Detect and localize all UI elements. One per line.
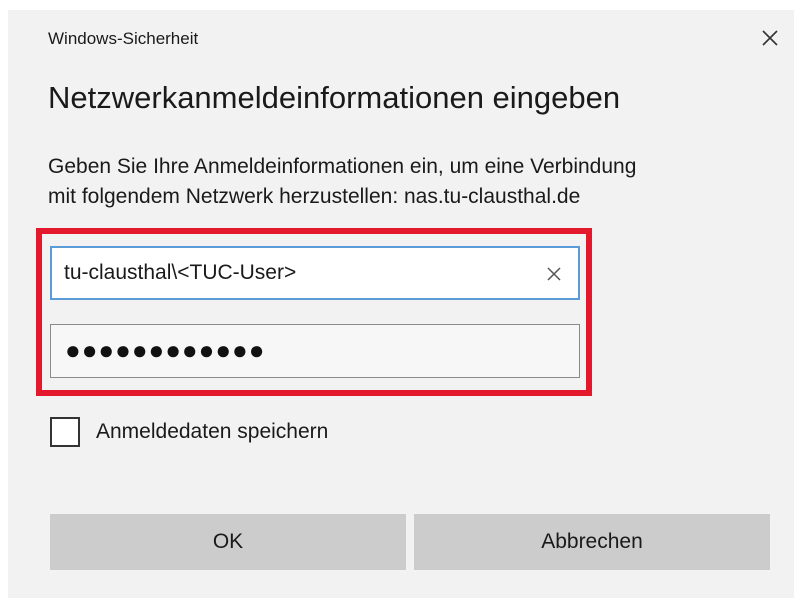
message-line-2: mit folgendem Netzwerk herzustellen: nas… <box>48 185 581 208</box>
cancel-button-label: Abbrechen <box>541 530 643 553</box>
ok-button[interactable]: OK <box>50 514 406 570</box>
clear-username-button[interactable] <box>540 260 568 288</box>
password-mask[interactable]: ●●●●●●●●●●●● <box>65 335 265 366</box>
clear-icon <box>547 267 561 281</box>
close-icon <box>762 30 778 46</box>
username-field[interactable]: tu-clausthal\<TUC-User> <box>50 246 580 300</box>
title-bar: Windows-Sicherheit <box>8 10 794 62</box>
remember-credentials-row: Anmeldedaten speichern <box>50 414 328 450</box>
dialog-heading: Netzwerkanmeldeinformationen eingeben <box>48 80 621 115</box>
ok-button-label: OK <box>212 530 244 553</box>
dialog-message: Geben Sie Ihre Anmeldeinformationen ein,… <box>48 152 768 212</box>
credential-dialog: Windows-Sicherheit Netzwerkanmeldeinform… <box>8 10 794 598</box>
remember-label[interactable]: Anmeldedaten speichern <box>96 420 328 444</box>
username-value[interactable]: tu-clausthal\<TUC-User> <box>64 261 296 285</box>
remember-checkbox[interactable] <box>50 417 80 447</box>
close-button[interactable] <box>750 18 790 58</box>
password-field[interactable]: ●●●●●●●●●●●● <box>50 324 580 378</box>
message-line-1: Geben Sie Ihre Anmeldeinformationen ein,… <box>48 155 637 178</box>
window-caption: Windows-Sicherheit <box>48 29 199 48</box>
cancel-button[interactable]: Abbrechen <box>414 514 770 570</box>
